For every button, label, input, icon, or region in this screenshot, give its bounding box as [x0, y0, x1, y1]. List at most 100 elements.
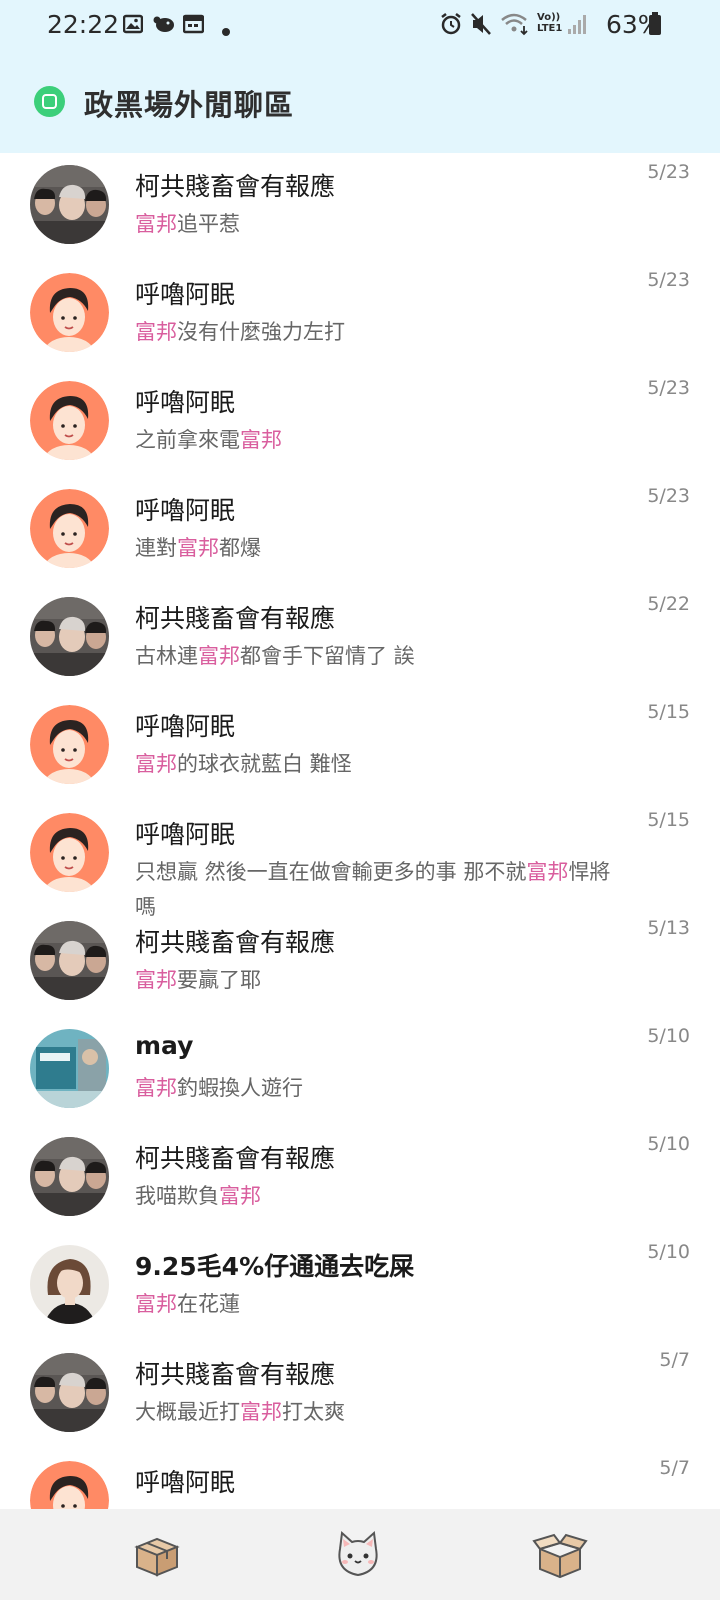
cat-face-icon[interactable]	[328, 1527, 388, 1583]
message-snippet: 富邦沒有什麼強力左打	[135, 315, 615, 350]
app-logo-icon[interactable]	[34, 86, 65, 117]
avatar[interactable]	[30, 273, 109, 352]
avatar[interactable]	[30, 1353, 109, 1432]
battery-icon	[648, 12, 662, 40]
snippet-text: 只想贏 然後一直在做會輸更多的事 那不就	[135, 860, 527, 884]
snippet-text: 追平惹	[177, 212, 240, 236]
sender-name: 柯共賤畜會有報應	[135, 604, 336, 633]
snippet-text: 連對	[135, 536, 177, 560]
message-snippet: 古林連富邦都會手下留情了 誒	[135, 639, 615, 674]
box-open-icon[interactable]	[530, 1527, 590, 1583]
status-time: 22:22	[47, 10, 120, 39]
message-date: 5/15	[647, 809, 690, 831]
message-item[interactable]: 柯共賤畜會有報應大概最近打富邦打太爽 5/7	[0, 1341, 720, 1451]
snippet-text: 古林連	[135, 644, 198, 668]
sender-name: 柯共賤畜會有報應	[135, 172, 336, 201]
sender-name: 柯共賤畜會有報應	[135, 928, 336, 957]
message-item[interactable]: may 富邦釣蝦換人遊行 5/10	[0, 1017, 720, 1127]
avatar[interactable]	[30, 381, 109, 460]
avatar[interactable]	[30, 813, 109, 892]
message-item[interactable]: 呼嚕阿眠 連對富邦都爆 5/23	[0, 477, 720, 587]
snippet-text: 釣蝦換人遊行	[177, 1076, 303, 1100]
message-date: 5/23	[647, 377, 690, 399]
signal-icon	[567, 13, 587, 39]
alarm-icon	[440, 12, 462, 40]
message-list[interactable]: 柯共賤畜會有報應 富邦追平惹 5/23 呼嚕阿眠 富邦沒有什麼強力左打 5/23 呼嚕阿眠之…	[0, 153, 720, 1509]
keyword-highlight: 富邦	[135, 1292, 177, 1316]
avatar[interactable]	[30, 597, 109, 676]
snippet-text: 沒有什麼強力左打	[177, 320, 345, 344]
avatar[interactable]	[30, 921, 109, 1000]
gallery-icon	[122, 14, 144, 38]
message-date: 5/23	[647, 161, 690, 183]
sender-name: 呼嚕阿眠	[135, 712, 236, 741]
message-item[interactable]: 呼嚕阿眠之前拿來電富邦 5/23	[0, 369, 720, 479]
message-date: 5/13	[647, 917, 690, 939]
snippet-text: 要贏了耶	[177, 968, 261, 992]
snippet-text: 的球衣就藍白 難怪	[177, 752, 352, 776]
keyword-highlight: 富邦	[219, 1184, 261, 1208]
snippet-text: 都爆	[219, 536, 261, 560]
message-item[interactable]: 柯共賤畜會有報應富邦追平惹 5/23	[0, 153, 720, 263]
mute-icon	[470, 12, 492, 40]
sender-name: 呼嚕阿眠	[135, 280, 236, 309]
avatar[interactable]	[30, 1245, 109, 1324]
snippet-text: 我喵欺負	[135, 1184, 219, 1208]
snippet-text: 在花蓮	[177, 1292, 240, 1316]
avatar[interactable]	[30, 705, 109, 784]
message-snippet: 我喵欺負富邦	[135, 1179, 615, 1214]
snippet-text: 都會手下留情了 誒	[240, 644, 415, 668]
keyword-highlight: 富邦	[240, 428, 282, 452]
status-bar: 22:22 Vo)) LTE1 63%	[0, 0, 720, 52]
message-item[interactable]: 柯共賤畜會有報應我喵欺負富邦 5/10	[0, 1125, 720, 1235]
message-date: 5/10	[647, 1133, 690, 1155]
volte-indicator: Vo)) LTE1	[537, 12, 563, 34]
message-item[interactable]: 呼嚕阿眠富邦的球衣就藍白 難怪 5/15	[0, 693, 720, 803]
sender-name: may	[135, 1031, 194, 1060]
chat-header: 政黑場外閒聊區	[0, 52, 720, 153]
snippet-text: 之前拿來電	[135, 428, 240, 452]
message-snippet: 富邦在花蓮	[135, 1287, 615, 1322]
message-item[interactable]: 呼嚕阿眠 只想贏 然後一直在做會輸更多的事 那不就富邦悍將嗎 5/15	[0, 801, 720, 919]
message-snippet: 之前拿來電富邦	[135, 423, 615, 458]
message-item[interactable]: 呼嚕阿眠 5/7	[0, 1449, 720, 1509]
sender-name: 柯共賤畜會有報應	[135, 1144, 336, 1173]
message-snippet: 富邦的球衣就藍白 難怪	[135, 747, 615, 782]
message-item[interactable]: 柯共賤畜會有報應古林連富邦都會手下留情了 誒 5/22	[0, 585, 720, 695]
sender-name: 呼嚕阿眠	[135, 388, 236, 417]
sender-name: 呼嚕阿眠	[135, 820, 236, 849]
sender-name: 柯共賤畜會有報應	[135, 1360, 336, 1389]
message-date: 5/10	[647, 1241, 690, 1263]
avatar[interactable]	[30, 1137, 109, 1216]
message-date: 5/23	[647, 269, 690, 291]
keyword-highlight: 富邦	[135, 752, 177, 776]
snippet-text: 大概最近打	[135, 1400, 240, 1424]
sender-name: 呼嚕阿眠	[135, 496, 236, 525]
calendar-icon	[182, 14, 205, 38]
page-title: 政黑場外閒聊區	[84, 88, 295, 122]
message-item[interactable]: 呼嚕阿眠富邦沒有什麼強力左打 5/23	[0, 261, 720, 371]
message-snippet: 大概最近打富邦打太爽	[135, 1395, 615, 1430]
message-date: 5/10	[647, 1025, 690, 1047]
keyword-highlight: 富邦	[135, 968, 177, 992]
avatar[interactable]	[30, 1461, 109, 1509]
message-date: 5/22	[647, 593, 690, 615]
app-notification-icon	[152, 14, 176, 38]
box-closed-icon[interactable]	[127, 1527, 187, 1583]
keyword-highlight: 富邦	[198, 644, 240, 668]
message-snippet: 富邦追平惹	[135, 207, 615, 242]
more-notifications-dot-icon	[222, 21, 230, 40]
wifi-icon	[500, 12, 532, 40]
keyword-highlight: 富邦	[177, 536, 219, 560]
message-date: 5/7	[659, 1349, 690, 1371]
avatar[interactable]	[30, 1029, 109, 1108]
message-item[interactable]: 柯共賤畜會有報應富邦要贏了耶 5/13	[0, 909, 720, 1019]
avatar[interactable]	[30, 165, 109, 244]
message-snippet: 連對富邦都爆	[135, 531, 615, 566]
message-snippet: 富邦要贏了耶	[135, 963, 615, 998]
message-date: 5/15	[647, 701, 690, 723]
keyword-highlight: 富邦	[240, 1400, 282, 1424]
message-item[interactable]: 9.25毛4%仔通通去吃屎 富邦在花蓮 5/10	[0, 1233, 720, 1343]
sender-name: 呼嚕阿眠	[135, 1468, 236, 1497]
avatar[interactable]	[30, 489, 109, 568]
